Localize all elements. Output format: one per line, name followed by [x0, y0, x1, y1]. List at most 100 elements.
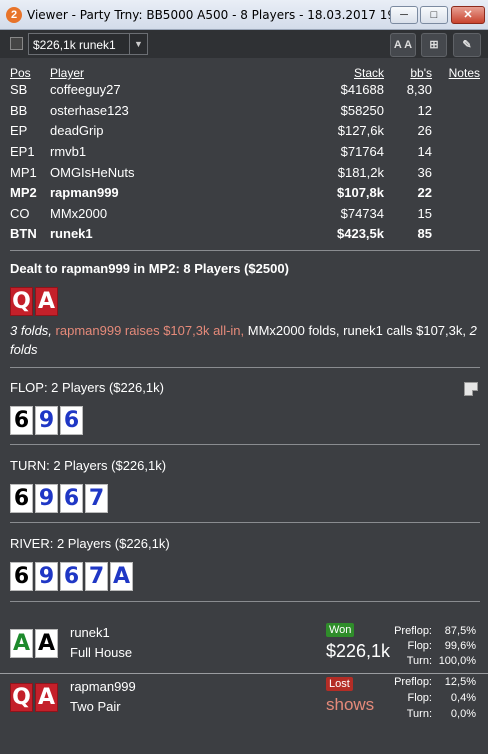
- river-title: RIVER: 2 Players ($226,1k): [10, 536, 170, 551]
- equity-turn: Turn: 0,0%: [406, 708, 476, 720]
- section-divider: [10, 444, 480, 445]
- status-badge: Won: [326, 623, 355, 637]
- row-pos: MP2: [10, 185, 37, 200]
- table-row[interactable]: CO MMx2000 $74734 15: [0, 206, 488, 226]
- section-divider: [10, 522, 480, 523]
- row-bbs: 85: [417, 226, 432, 241]
- row-pos: MP1: [10, 165, 37, 180]
- shows-label: shows: [326, 695, 375, 714]
- window-titlebar[interactable]: 2 Viewer - Party Trny: BB5000 A500 - 8 P…: [0, 0, 488, 30]
- row-player: rapman999: [50, 185, 119, 200]
- equity-preflop: Preflop: 12,5%: [394, 676, 476, 688]
- header-player[interactable]: Player: [50, 66, 84, 80]
- preflop-title: Dealt to rapman999 in MP2: 8 Players ($2…: [10, 261, 289, 276]
- table-row[interactable]: MP1 OMGIsHeNuts $181,2k 36: [0, 165, 488, 185]
- preflop-actions: 3 folds, rapman999 raises $107,3k all-in…: [10, 321, 480, 359]
- card-ace: A: [110, 562, 133, 591]
- card-nine: 9: [35, 484, 58, 513]
- row-player: MMx2000: [50, 206, 108, 221]
- hand-select-dropdown[interactable]: $226,1k runek1 ▼: [28, 33, 148, 55]
- card-six: 6: [10, 484, 33, 513]
- toolbar: $226,1k runek1 ▼ A A ⊞ ✎: [0, 30, 488, 58]
- equity-flop: Flop: 0,4%: [407, 692, 476, 704]
- result-row-loser: Q A rapman999 Two Pair Lost shows Preflo…: [0, 673, 488, 727]
- minimize-button[interactable]: ─: [390, 6, 418, 24]
- row-player: OMGIsHeNuts: [50, 165, 135, 180]
- header-pos[interactable]: Pos: [10, 66, 31, 80]
- card-ace: A: [35, 287, 58, 316]
- table-row[interactable]: BB osterhase123 $58250 12: [0, 103, 488, 123]
- equity-preflop: Preflop: 87,5%: [394, 625, 476, 637]
- grid-view-button[interactable]: ⊞: [421, 33, 447, 57]
- row-stack: $181,2k: [337, 165, 384, 180]
- players-table-header: Pos Player Stack bb's Notes: [0, 66, 488, 82]
- row-pos: EP: [10, 123, 28, 138]
- equity-flop: Flop: 99,6%: [407, 640, 476, 652]
- row-bbs: 14: [417, 144, 432, 159]
- section-divider: [10, 367, 480, 368]
- row-stack: $127,6k: [337, 123, 384, 138]
- winner-name: runek1: [70, 625, 110, 640]
- section-divider: [10, 601, 480, 602]
- row-player: coffeeguy27: [50, 82, 121, 97]
- action-call: MMx2000 folds, runek1 calls $107,3k,: [247, 323, 470, 338]
- close-button[interactable]: ✕: [451, 6, 485, 24]
- card-ace: A: [10, 629, 33, 658]
- winner-cards: A A: [10, 629, 60, 661]
- table-row[interactable]: EP deadGrip $127,6k 26: [0, 123, 488, 143]
- row-stack: $423,5k: [337, 226, 384, 241]
- row-stack: $71764: [340, 144, 384, 159]
- chevron-down-icon[interactable]: ▼: [129, 34, 147, 54]
- card-seven: 7: [85, 562, 108, 591]
- card-queen: Q: [10, 287, 33, 316]
- turn-cards: 6 9 6 7: [10, 484, 115, 514]
- maximize-button[interactable]: □: [420, 6, 448, 24]
- window-title: Viewer - Party Trny: BB5000 A500 - 8 Pla…: [27, 8, 415, 22]
- header-notes[interactable]: Notes: [449, 66, 480, 80]
- flop-title: FLOP: 2 Players ($226,1k): [10, 380, 164, 395]
- river-cards: 6 9 6 7 A: [10, 562, 140, 592]
- flop-cards: 6 9 6: [10, 406, 90, 436]
- header-stack[interactable]: Stack: [354, 66, 384, 80]
- action-folds: 3 folds,: [10, 323, 56, 338]
- card-six: 6: [60, 562, 83, 591]
- font-size-button[interactable]: A A: [390, 33, 416, 57]
- turn-title: TURN: 2 Players ($226,1k): [10, 458, 167, 473]
- table-row[interactable]: EP1 rmvb1 $71764 14: [0, 144, 488, 164]
- table-row[interactable]: MP2 rapman999 $107,8k 22: [0, 185, 488, 205]
- row-pos: EP1: [10, 144, 35, 159]
- row-player: rmvb1: [50, 144, 87, 159]
- row-bbs: 8,30: [406, 82, 432, 97]
- row-bbs: 22: [417, 185, 432, 200]
- card-ace: A: [35, 683, 58, 712]
- card-ace: A: [35, 629, 58, 658]
- app-logo-icon: 2: [6, 7, 22, 23]
- edit-button[interactable]: ✎: [453, 33, 481, 57]
- row-pos: BTN: [10, 226, 37, 241]
- hand-viewer-content: Pos Player Stack bb's Notes SB coffeeguy…: [0, 58, 488, 754]
- result-row-winner: A A runek1 Full House Won $226,1k Preflo…: [0, 619, 488, 673]
- row-stack: $74734: [340, 206, 384, 221]
- card-six: 6: [10, 406, 33, 435]
- action-raise: rapman999 raises $107,3k all-in,: [55, 323, 248, 338]
- row-player: deadGrip: [50, 123, 104, 138]
- card-six: 6: [60, 484, 83, 513]
- table-row[interactable]: SB coffeeguy27 $41688 8,30: [0, 82, 488, 102]
- row-pos: CO: [10, 206, 30, 221]
- row-player: osterhase123: [50, 103, 129, 118]
- card-nine: 9: [35, 406, 58, 435]
- hand-select-value: $226,1k runek1: [33, 38, 116, 52]
- winner-hand: Full House: [70, 645, 133, 660]
- header-bbs[interactable]: bb's: [410, 66, 432, 80]
- select-checkbox[interactable]: [10, 37, 23, 50]
- table-row[interactable]: BTN runek1 $423,5k 85: [0, 226, 488, 246]
- row-bbs: 12: [417, 103, 432, 118]
- row-stack: $107,8k: [337, 185, 384, 200]
- card-six: 6: [60, 406, 83, 435]
- row-bbs: 36: [417, 165, 432, 180]
- note-icon[interactable]: [464, 382, 478, 396]
- card-nine: 9: [35, 562, 58, 591]
- loser-hand: Two Pair: [70, 699, 121, 714]
- card-queen: Q: [10, 683, 33, 712]
- row-bbs: 26: [417, 123, 432, 138]
